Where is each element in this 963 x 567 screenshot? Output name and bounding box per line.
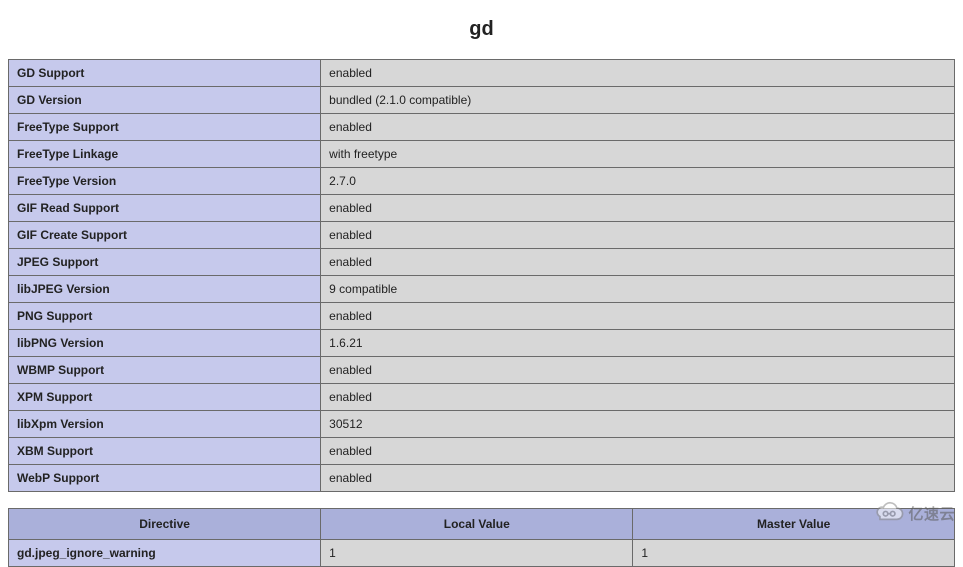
table-row: WebP Supportenabled <box>9 465 955 492</box>
info-value: 2.7.0 <box>321 168 955 195</box>
info-value: with freetype <box>321 141 955 168</box>
table-row: FreeType Version2.7.0 <box>9 168 955 195</box>
info-label: FreeType Version <box>9 168 321 195</box>
directive-local-value: 1 <box>321 540 633 567</box>
info-value: enabled <box>321 249 955 276</box>
info-label: GIF Create Support <box>9 222 321 249</box>
table-row: FreeType Linkagewith freetype <box>9 141 955 168</box>
info-label: FreeType Linkage <box>9 141 321 168</box>
info-label: PNG Support <box>9 303 321 330</box>
info-value: enabled <box>321 114 955 141</box>
info-value: enabled <box>321 222 955 249</box>
col-local-value: Local Value <box>321 509 633 540</box>
info-value: enabled <box>321 438 955 465</box>
info-label: libPNG Version <box>9 330 321 357</box>
table-row: WBMP Supportenabled <box>9 357 955 384</box>
info-label: libJPEG Version <box>9 276 321 303</box>
table-row: FreeType Supportenabled <box>9 114 955 141</box>
table-row: PNG Supportenabled <box>9 303 955 330</box>
info-value: enabled <box>321 384 955 411</box>
info-value: enabled <box>321 303 955 330</box>
info-label: GD Support <box>9 60 321 87</box>
table-row: libPNG Version1.6.21 <box>9 330 955 357</box>
table-row: GD Versionbundled (2.1.0 compatible) <box>9 87 955 114</box>
info-label: XBM Support <box>9 438 321 465</box>
table-row: JPEG Supportenabled <box>9 249 955 276</box>
section-title: gd <box>8 18 955 41</box>
info-label: JPEG Support <box>9 249 321 276</box>
info-label: FreeType Support <box>9 114 321 141</box>
info-label: libXpm Version <box>9 411 321 438</box>
info-value: bundled (2.1.0 compatible) <box>321 87 955 114</box>
table-row: libJPEG Version9 compatible <box>9 276 955 303</box>
info-value: enabled <box>321 195 955 222</box>
info-label: GIF Read Support <box>9 195 321 222</box>
table-row: XBM Supportenabled <box>9 438 955 465</box>
table-row: GIF Read Supportenabled <box>9 195 955 222</box>
gd-info-table: GD SupportenabledGD Versionbundled (2.1.… <box>8 59 955 492</box>
info-value: enabled <box>321 357 955 384</box>
table-row: XPM Supportenabled <box>9 384 955 411</box>
info-value: 1.6.21 <box>321 330 955 357</box>
table-row: gd.jpeg_ignore_warning11 <box>9 540 955 567</box>
info-value: enabled <box>321 60 955 87</box>
directive-name: gd.jpeg_ignore_warning <box>9 540 321 567</box>
gd-directive-table: Directive Local Value Master Value gd.jp… <box>8 508 955 567</box>
info-label: GD Version <box>9 87 321 114</box>
info-value: 9 compatible <box>321 276 955 303</box>
col-master-value: Master Value <box>633 509 955 540</box>
directive-header-row: Directive Local Value Master Value <box>9 509 955 540</box>
info-value: enabled <box>321 465 955 492</box>
table-row: GD Supportenabled <box>9 60 955 87</box>
table-row: GIF Create Supportenabled <box>9 222 955 249</box>
directive-master-value: 1 <box>633 540 955 567</box>
info-label: XPM Support <box>9 384 321 411</box>
table-row: libXpm Version30512 <box>9 411 955 438</box>
info-value: 30512 <box>321 411 955 438</box>
col-directive: Directive <box>9 509 321 540</box>
info-label: WebP Support <box>9 465 321 492</box>
info-label: WBMP Support <box>9 357 321 384</box>
